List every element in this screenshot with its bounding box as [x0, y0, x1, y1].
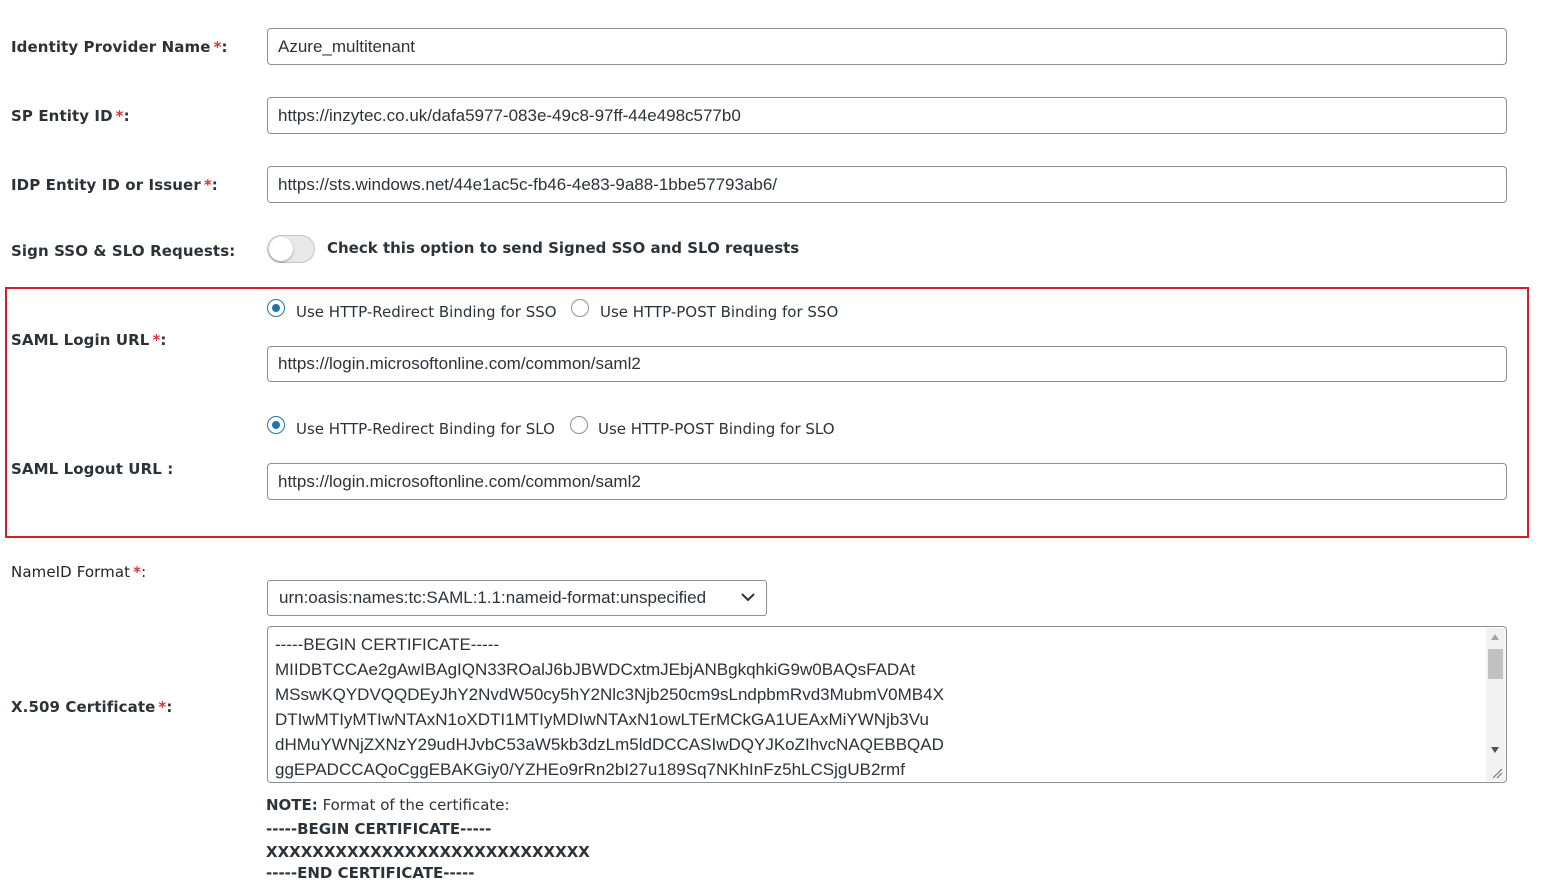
certificate-line: ggEPADCCAQoCggEBAKGiy0/YZHEo9rRn2bI27u18… — [275, 760, 905, 779]
idp-entity-id-input[interactable]: https://sts.windows.net/44e1ac5c-fb46-4e… — [267, 166, 1507, 203]
nameid-format-select[interactable]: urn:oasis:names:tc:SAML:1.1:nameid-forma… — [267, 580, 767, 616]
certificate-line: DTIwMTIyMTIwNTAxN1oXDTI1MTIyMDIwNTAxN1ow… — [275, 710, 929, 729]
saml-logout-url-label: SAML Logout URL : — [11, 460, 174, 478]
sso-post-binding-radio[interactable] — [571, 299, 589, 317]
certificate-scrollbar[interactable] — [1486, 628, 1505, 781]
sso-redirect-binding-radio[interactable] — [267, 299, 285, 317]
certificate-line: MSswKQYDVQQDEyJhY2NvdW50cy5hY2Nlc3Njb250… — [275, 685, 944, 704]
nameid-format-label: NameID Format *: — [11, 563, 147, 581]
saml-urls-highlight-box — [5, 287, 1529, 538]
certificate-format-note: NOTE: Format of the certificate: — [266, 796, 510, 814]
sso-redirect-binding-label[interactable]: Use HTTP-Redirect Binding for SSO — [296, 303, 557, 321]
scroll-up-arrow-icon[interactable] — [1491, 634, 1499, 640]
certificate-text: -----BEGIN CERTIFICATE----- MIIDBTCCAe2g… — [275, 632, 944, 782]
certificate-line: MIIDBTCCAe2gAwIBAgIQN33ROalJ6bJBWDCxtmJE… — [275, 660, 916, 679]
saml-login-url-label: SAML Login URL *: — [11, 331, 167, 349]
slo-post-binding-label[interactable]: Use HTTP-POST Binding for SLO — [598, 420, 835, 438]
sp-entity-id-label: SP Entity ID *: — [11, 107, 130, 125]
note-end-line: -----END CERTIFICATE----- — [266, 864, 475, 882]
x509-certificate-textarea[interactable]: -----BEGIN CERTIFICATE----- MIIDBTCCAe2g… — [267, 626, 1507, 783]
slo-post-binding-radio[interactable] — [570, 416, 588, 434]
resize-grip-icon[interactable] — [1491, 767, 1503, 779]
scrollbar-thumb[interactable] — [1488, 649, 1503, 679]
scroll-down-arrow-icon[interactable] — [1491, 747, 1499, 753]
idp-entity-id-label: IDP Entity ID or Issuer *: — [11, 176, 218, 194]
note-body-line: XXXXXXXXXXXXXXXXXXXXXXXXXXXX — [266, 843, 590, 861]
sp-entity-id-input[interactable]: https://inzytec.co.uk/dafa5977-083e-49c8… — [267, 97, 1507, 134]
identity-provider-name-label: Identity Provider Name *: — [11, 38, 228, 56]
sign-requests-toggle-text: Check this option to send Signed SSO and… — [327, 239, 800, 257]
identity-provider-name-input[interactable]: Azure_multitenant — [267, 28, 1507, 65]
x509-certificate-label: X.509 Certificate *: — [11, 698, 173, 716]
nameid-format-selected-value: urn:oasis:names:tc:SAML:1.1:nameid-forma… — [279, 588, 707, 607]
note-begin-line: -----BEGIN CERTIFICATE----- — [266, 820, 492, 838]
slo-redirect-binding-label[interactable]: Use HTTP-Redirect Binding for SLO — [296, 420, 555, 438]
sign-requests-toggle[interactable] — [267, 235, 315, 263]
sign-requests-label: Sign SSO & SLO Requests: — [11, 242, 236, 260]
certificate-line: dHMuYWNjZXNzY29udHJvbC53aW5kb3dzLm5ldDCC… — [275, 735, 944, 754]
saml-logout-url-input[interactable]: https://login.microsoftonline.com/common… — [267, 463, 1507, 500]
toggle-knob — [269, 237, 293, 261]
certificate-line: -----BEGIN CERTIFICATE----- — [275, 635, 500, 654]
slo-redirect-binding-radio[interactable] — [267, 416, 285, 434]
sso-post-binding-label[interactable]: Use HTTP-POST Binding for SSO — [600, 303, 838, 321]
saml-login-url-input[interactable]: https://login.microsoftonline.com/common… — [267, 346, 1507, 382]
chevron-down-icon — [741, 593, 755, 602]
